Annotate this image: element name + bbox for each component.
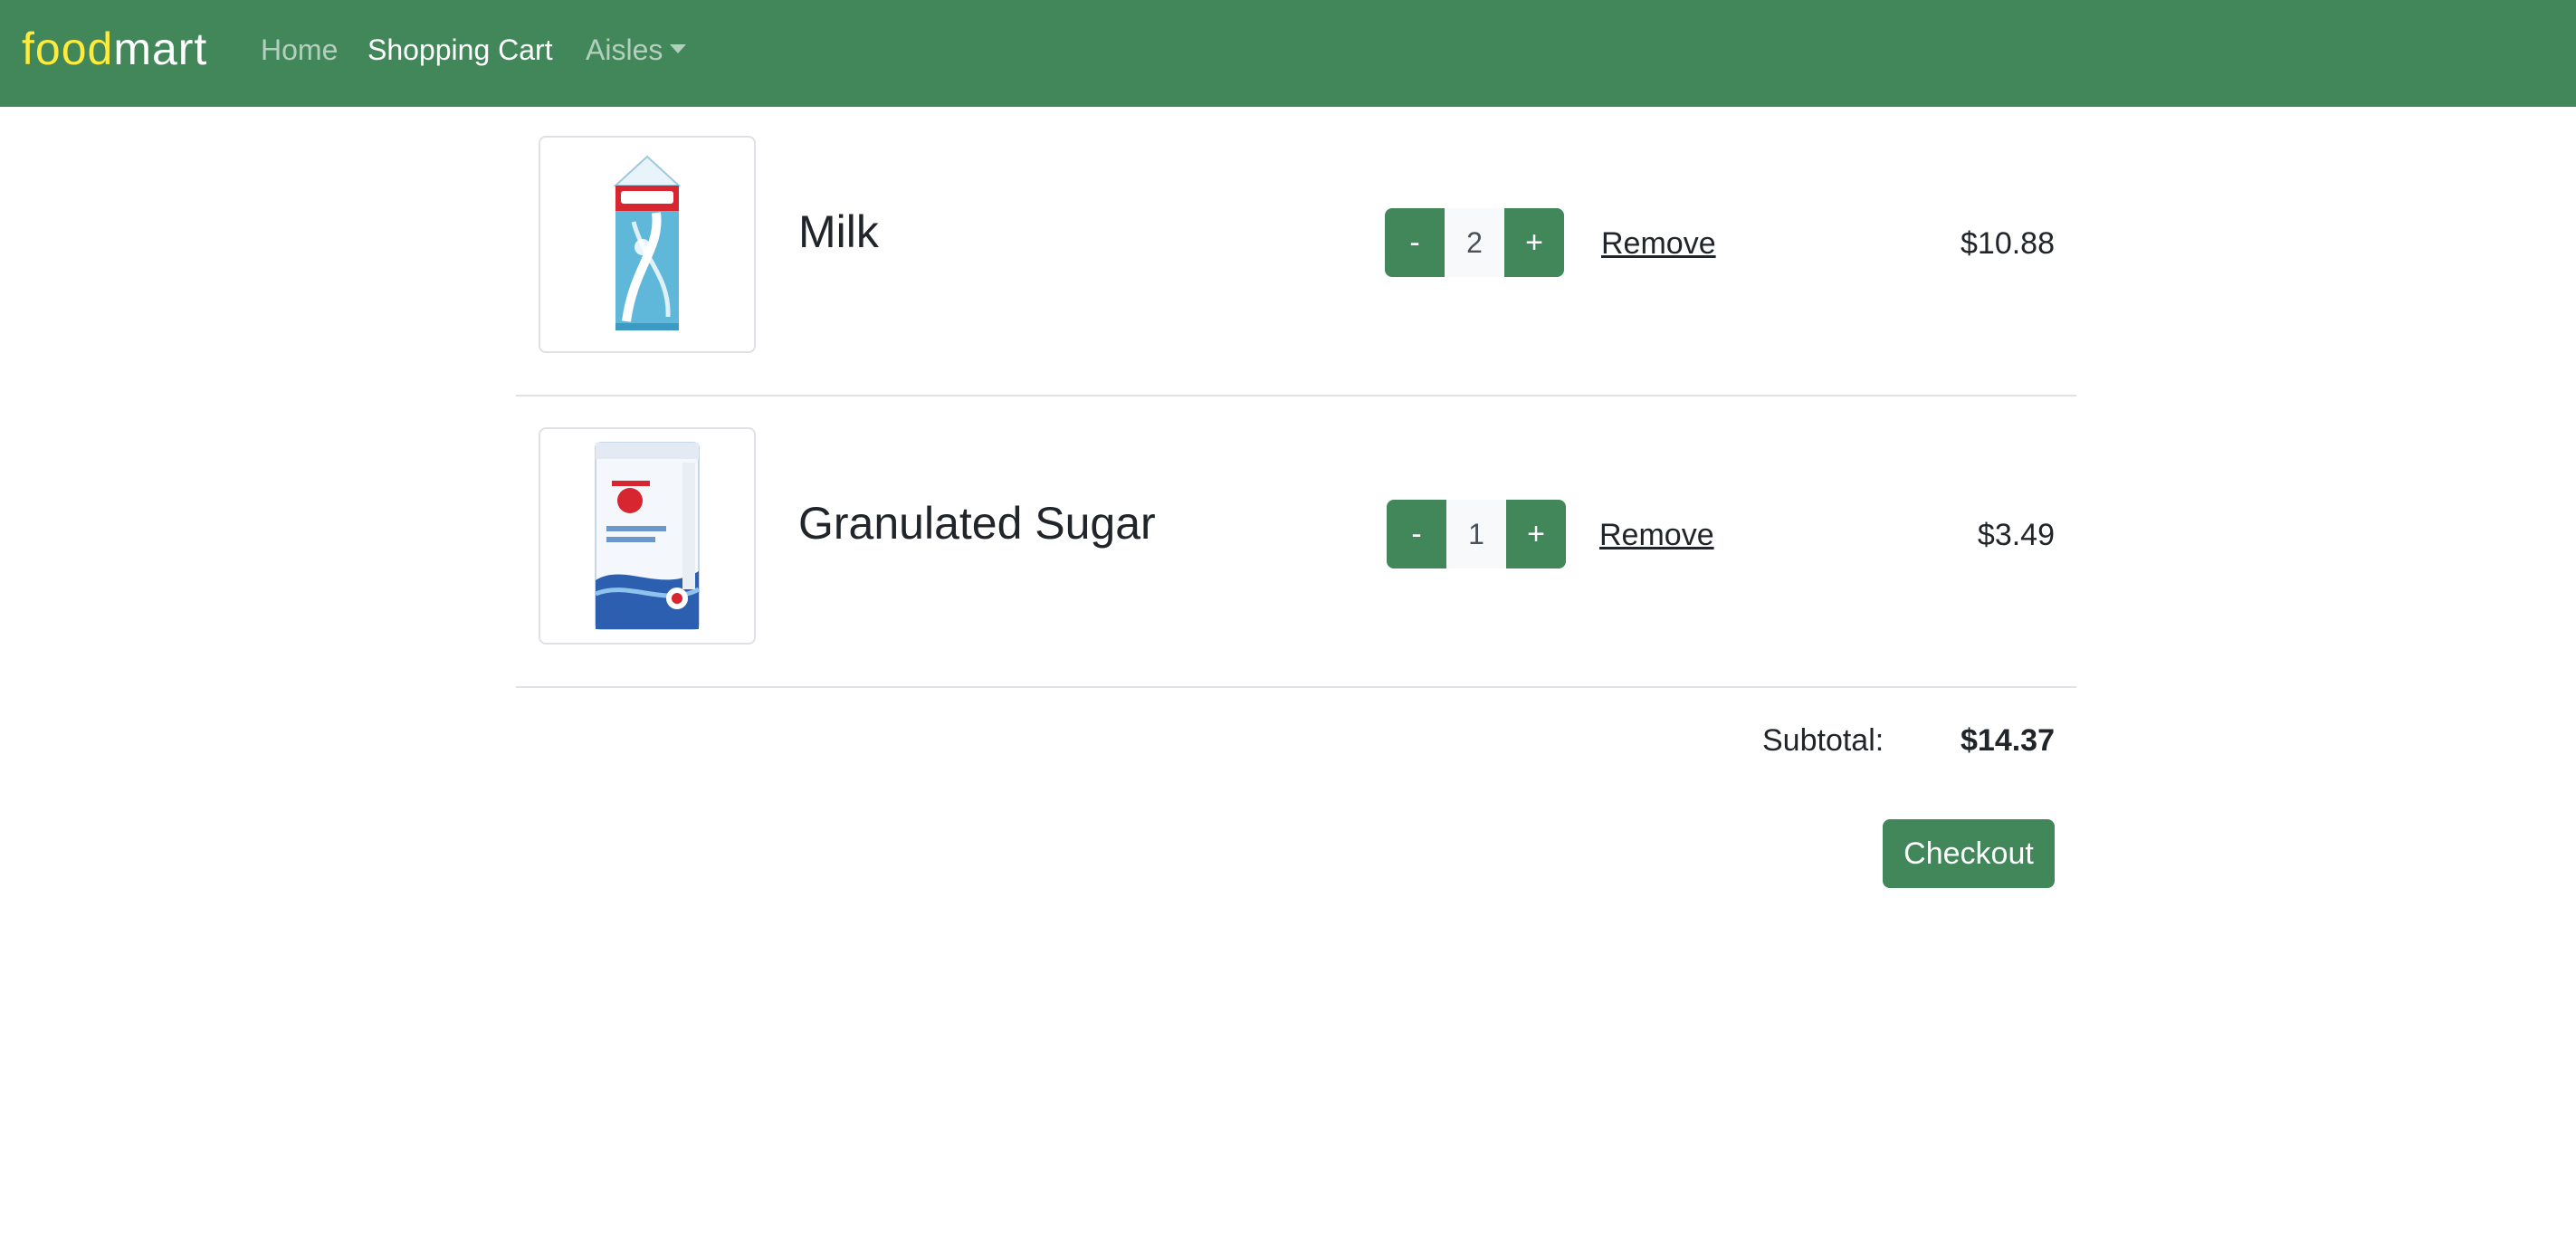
product-image [539, 427, 756, 645]
subtotal-label: Subtotal: [1762, 723, 1884, 758]
milk-carton-icon [613, 155, 682, 330]
remove-item-link[interactable]: Remove [1599, 516, 1714, 554]
quantity-value: 1 [1446, 500, 1506, 568]
cart-item-row: Milk - 2 + Remove $10.88 [516, 105, 2076, 396]
quantity-value: 2 [1445, 208, 1504, 277]
decrease-quantity-button[interactable]: - [1387, 500, 1446, 568]
product-image [539, 136, 756, 353]
product-name: Milk [798, 206, 879, 257]
brand-mart-text: mart [113, 24, 208, 74]
checkout-button[interactable]: Checkout [1883, 819, 2055, 888]
item-price: $10.88 [1961, 226, 2055, 261]
brand-logo[interactable]: foodmart [22, 20, 207, 78]
item-price: $3.49 [1977, 518, 2055, 552]
nav-aisles-label: Aisles [586, 33, 663, 66]
nav-aisles-dropdown[interactable]: Aisles [586, 31, 687, 69]
decrease-quantity-button[interactable]: - [1385, 208, 1445, 277]
top-navbar: foodmart Home Shopping Cart Aisles [0, 0, 2576, 107]
nav-home-link[interactable]: Home [261, 31, 338, 69]
brand-food-text: food [22, 24, 114, 74]
increase-quantity-button[interactable]: + [1504, 208, 1564, 277]
sugar-bag-icon [595, 442, 701, 630]
cart-item-row: Granulated Sugar - 1 + Remove $3.49 [516, 396, 2076, 688]
product-name: Granulated Sugar [798, 498, 1156, 549]
caret-down-icon [670, 43, 687, 53]
subtotal-value: $14.37 [1961, 723, 2055, 758]
increase-quantity-button[interactable]: + [1506, 500, 1566, 568]
quantity-stepper: - 1 + [1387, 500, 1566, 568]
remove-item-link[interactable]: Remove [1601, 225, 1716, 263]
nav-shopping-cart-link[interactable]: Shopping Cart [367, 31, 553, 69]
quantity-stepper: - 2 + [1385, 208, 1564, 277]
